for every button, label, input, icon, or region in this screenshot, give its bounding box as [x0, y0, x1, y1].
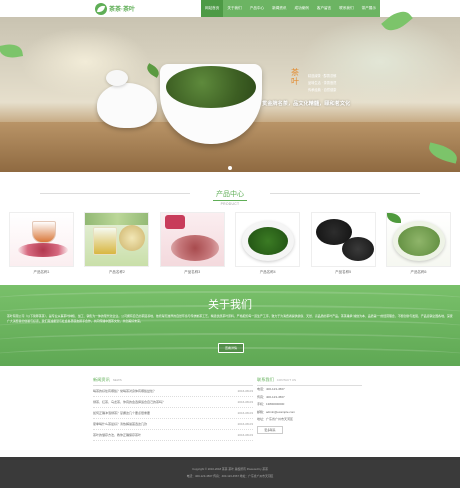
contact-email: 邮箱：admin@example.com — [257, 409, 296, 414]
logo-leaf-icon — [95, 2, 107, 15]
product-caption[interactable]: 产品名称4 — [235, 270, 300, 275]
product-caption[interactable]: 产品名称5 — [311, 270, 376, 275]
footer-copyright: Copyright © 2016-2018 茶茶·茶叶 版权所有 Powered… — [192, 467, 268, 471]
product-image[interactable] — [235, 212, 301, 267]
product-image[interactable] — [84, 212, 150, 267]
product-image[interactable] — [310, 212, 376, 267]
main-nav: 网站首页 关于我们 产品中心 新闻资讯 成功案例 客户留言 联系我们 茶产展示 — [201, 0, 380, 17]
logo-text: 茶茶·茶叶 — [109, 7, 135, 13]
product-card[interactable]: 产品名称1 — [9, 212, 74, 275]
nav-item-cases[interactable]: 成功案例 — [290, 0, 313, 17]
product-caption[interactable]: 产品名称6 — [386, 270, 451, 275]
contact-header: 联系我们 CONTACT US — [257, 377, 362, 386]
contact-more-button[interactable]: 更多联系 — [257, 425, 283, 434]
product-list: 产品名称1 产品名称2 产品名称3 产品名称4 产品名称5 产品名称6 — [9, 212, 451, 275]
about-text: 茶叶有限公司（以下简称茶茶），是专业从事茶叶种植、加工、销售为一体的现代化企业。… — [7, 314, 453, 323]
teacup-lid-image — [106, 70, 128, 86]
news-row-title[interactable]: 喝茶的好处有哪些？常喝茶对身体有哪些益处？ — [93, 386, 156, 396]
contact-fax: 传真：400-123-4567 — [257, 394, 285, 399]
news-row[interactable]: 夏季喝什么茶最好？清热解暑首选这几款 2016-08-03 — [93, 419, 253, 430]
news-row-date: 2016-08-03 — [237, 389, 253, 393]
nav-item-home[interactable]: 网站首页 — [201, 0, 224, 17]
news-row-date: 2016-08-03 — [237, 400, 253, 404]
hero-line: 品味生活 · 茶香悠然 — [308, 81, 337, 85]
product-caption[interactable]: 产品名称2 — [84, 270, 149, 275]
news-row-title[interactable]: 绿茶、红茶、乌龙茶，你真的会选择适合自己的茶吗？ — [93, 397, 165, 407]
news-title-en: NEWS — [112, 378, 122, 382]
news-row[interactable]: 茶叶的储存方法，教你正确保存茶叶 2016-08-03 — [93, 430, 253, 441]
tea-leaves-image — [166, 66, 256, 108]
product-caption[interactable]: 产品名称1 — [9, 270, 74, 275]
footer-contact: 电话：400-123-4567 传真：400-123-4567 地址：广东省广州… — [186, 474, 274, 478]
product-caption[interactable]: 产品名称3 — [160, 270, 225, 275]
contact-box: 联系我们 CONTACT US 电话：400-123-4567 传真：400-12… — [257, 377, 362, 434]
news-row-title[interactable]: 茶叶的储存方法，教你正确保存茶叶 — [93, 430, 141, 440]
nav-item-showcase[interactable]: 茶产展示 — [357, 0, 380, 17]
product-image[interactable] — [9, 212, 74, 267]
product-card[interactable]: 产品名称2 — [84, 212, 150, 275]
contact-phone: 电话：400-123-4567 — [257, 387, 285, 391]
slider-dot[interactable] — [228, 166, 232, 170]
product-section-title: 产品中心 PRODUCT — [0, 183, 460, 206]
product-subtitle: PRODUCT — [220, 202, 240, 206]
product-card[interactable]: 产品名称3 — [159, 212, 225, 275]
nav-item-contact[interactable]: 联系我们 — [335, 0, 358, 17]
hero-bg-light — [300, 17, 460, 107]
contact-title-en: CONTACT US — [276, 378, 296, 382]
news-row-date: 2016-08-03 — [237, 411, 253, 415]
contact-mobile: 手机：13800000000 — [257, 402, 285, 406]
nav-item-products[interactable]: 产品中心 — [245, 0, 269, 17]
hero-line: 传承经典 · 自然健康 — [308, 88, 337, 92]
hero-tea-char: 茶叶 — [291, 68, 299, 86]
news-row-date: 2016-08-03 — [237, 422, 253, 426]
teacup-image — [97, 83, 157, 128]
news-row-title[interactable]: 如何正确冲泡绿茶？掌握这几个要点很重要 — [93, 408, 150, 418]
product-image[interactable] — [159, 212, 225, 267]
news-title[interactable]: 新闻资讯 — [93, 377, 110, 382]
news-header: 新闻资讯 NEWS — [93, 377, 253, 386]
about-title: 关于我们 — [208, 299, 252, 311]
hero-line: 精选绿茶 · 醇香浓郁 — [308, 74, 337, 78]
product-image[interactable] — [385, 212, 451, 267]
nav-item-about[interactable]: 关于我们 — [223, 0, 246, 17]
product-card[interactable]: 产品名称5 — [310, 212, 376, 275]
about-more-button[interactable]: 查看详情 — [218, 343, 244, 353]
hero-slogan: 贯金牌名茶，品文化精髓，颐和茗文化 — [262, 101, 351, 107]
logo[interactable]: 茶茶·茶叶 — [95, 2, 135, 15]
news-row[interactable]: 如何正确冲泡绿茶？掌握这几个要点很重要 2016-08-03 — [93, 408, 253, 419]
news-box: 新闻资讯 NEWS 喝茶的好处有哪些？常喝茶对身体有哪些益处？ 2016-08-03… — [93, 377, 253, 441]
product-title: 产品中心 — [213, 189, 247, 201]
contact-title[interactable]: 联系我们 — [257, 377, 274, 382]
contact-address: 地址：广东省广州市天河区 — [257, 417, 294, 421]
nav-item-news[interactable]: 新闻资讯 — [268, 0, 291, 17]
news-row-date: 2016-08-03 — [237, 433, 253, 437]
nav-item-guestbook[interactable]: 客户留言 — [312, 0, 336, 17]
product-card[interactable]: 产品名称6 — [385, 212, 451, 275]
news-row[interactable]: 绿茶、红茶、乌龙茶，你真的会选择适合自己的茶吗？ 2016-08-03 — [93, 397, 253, 408]
product-card[interactable]: 产品名称4 — [235, 212, 301, 275]
news-row-title[interactable]: 夏季喝什么茶最好？清热解暑首选这几款 — [93, 419, 147, 429]
site-footer: Copyright © 2016-2018 茶茶·茶叶 版权所有 Powered… — [0, 457, 460, 488]
news-row[interactable]: 喝茶的好处有哪些？常喝茶对身体有哪些益处？ 2016-08-03 — [93, 386, 253, 397]
